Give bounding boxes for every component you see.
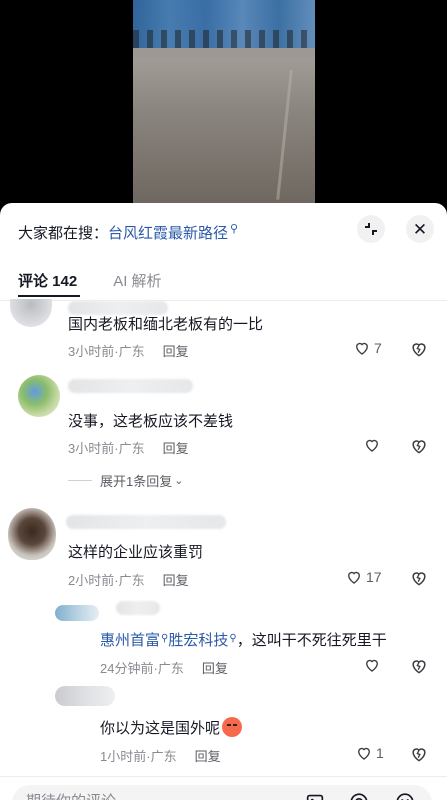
chevron-down-icon: ⌄ [174,475,184,487]
collapse-icon [365,223,377,235]
reply-body: 你以为这是国外呢 [100,720,221,737]
reply-body: ，这叫干不死往死里干 [236,632,387,649]
tabs-divider [0,300,447,301]
search-icon: ⚲ [230,222,239,235]
comment-text: 没事，这老板应该不差钱 [68,413,234,430]
comment-text: 国内老板和缅北老板有的一比 [68,316,264,333]
heart-icon [356,342,368,355]
like-count: 17 [366,569,382,585]
like-button[interactable] [363,656,384,674]
comment-input-wrapper[interactable] [12,785,432,800]
comment-time: 1小时前 [100,749,147,764]
dislike-icon[interactable] [409,744,429,764]
collapse-button[interactable] [357,215,385,243]
tab-ai-analysis[interactable]: AI 解析 [113,270,161,291]
video-frame[interactable] [133,0,315,205]
search-query-link[interactable]: 台风红霞最新路径 ⚲ [108,222,238,243]
avatar[interactable] [18,375,60,417]
video-area[interactable] [0,0,447,205]
dislike-icon[interactable] [409,339,429,359]
crowd-figures [133,30,315,48]
comment-location: 广东 [157,661,184,676]
active-tab-indicator [18,295,80,297]
comment-location: 广东 [118,573,145,588]
avatar[interactable] [8,508,56,560]
comment-time: 3小时前 [68,441,115,456]
reply-text: 你以为这是国外呢 [100,717,243,738]
username[interactable] [66,515,226,529]
heart-icon [366,659,378,672]
comment-time: 3小时前 [68,344,115,359]
reply-button[interactable]: 回复 [163,341,189,360]
reply-button[interactable]: 回复 [163,438,189,457]
mention-link[interactable]: 惠州首富⚲ [100,632,168,649]
comment-sheet: 大家都在搜： 台风红霞最新路径 ⚲ ✕ 评论 142 AI 解析 国内老板和缅北… [0,203,447,800]
username[interactable] [68,379,193,393]
comment-text: 这样的企业应该重罚 [68,544,204,561]
comment-meta: 3小时前·广东 回复 [68,341,189,360]
at-icon[interactable] [348,791,370,800]
like-count: 7 [374,340,382,356]
search-query[interactable]: 台风红霞最新路径 [108,222,228,243]
like-count: 1 [376,745,384,761]
road-marking [276,70,293,200]
heated-face-emoji-icon [222,717,243,737]
search-icon: ⚲ [229,633,237,644]
comment-meta: 24分钟前·广东 回复 [100,658,228,677]
search-prefix: 大家都在搜： [18,224,109,242]
comment-meta: 1小时前·广东 回复 [100,746,221,765]
comment-time: 24分钟前 [100,661,154,676]
heart-icon [366,439,378,452]
like-button[interactable] [363,436,384,454]
like-button[interactable]: 17 [345,568,382,586]
expand-replies-label: 展开1条回复 [100,474,173,489]
comment-tabs: 评论 142 AI 解析 [18,270,162,291]
search-icon: ⚲ [161,633,169,644]
image-icon[interactable] [304,791,326,800]
heart-icon [358,747,370,760]
reply-button[interactable]: 回复 [163,570,189,589]
avatar[interactable] [55,686,115,706]
reply-text: 惠州首富⚲胜宏科技⚲，这叫干不死往死里干 [100,629,387,650]
comment-location: 广东 [118,344,145,359]
avatar[interactable] [55,605,99,621]
close-button[interactable]: ✕ [406,215,434,243]
comment-meta: 2小时前·广东 回复 [68,570,189,589]
dislike-icon[interactable] [409,436,429,456]
like-button[interactable]: 1 [355,744,384,762]
search-suggestion[interactable]: 大家都在搜： 台风红霞最新路径 ⚲ [18,219,238,245]
like-button[interactable]: 7 [353,339,382,357]
emoji-icon[interactable] [394,791,416,800]
reply-button[interactable]: 回复 [202,658,228,677]
comment-input-bar [0,776,447,800]
close-icon: ✕ [412,219,428,239]
expand-replies-button[interactable]: 展开1条回复 ⌄ [68,471,183,490]
mention-link[interactable]: 胜宏科技⚲ [168,632,236,649]
heart-icon [348,571,360,584]
tab-comments[interactable]: 评论 142 [18,270,77,291]
comment-meta: 3小时前·广东 回复 [68,438,189,457]
username[interactable] [116,601,160,615]
dislike-icon[interactable] [409,568,429,588]
comment-location: 广东 [150,749,177,764]
avatar[interactable] [10,299,52,327]
comment-time: 2小时前 [68,573,115,588]
dislike-icon[interactable] [409,656,429,676]
comment-location: 广东 [118,441,145,456]
reply-button[interactable]: 回复 [195,746,221,765]
expand-line [68,480,92,481]
comment-input[interactable] [26,787,276,800]
